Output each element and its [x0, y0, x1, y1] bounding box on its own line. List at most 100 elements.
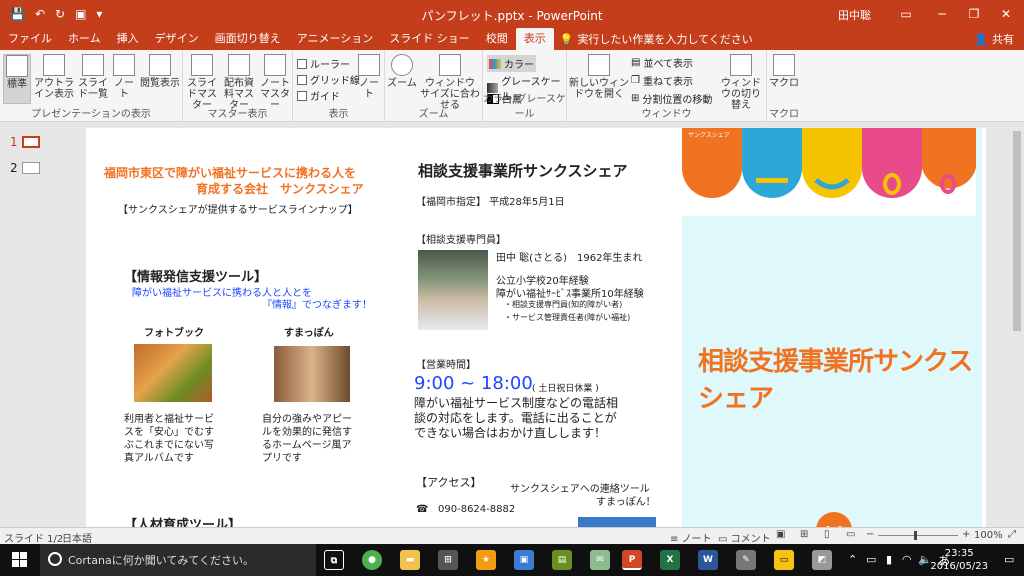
undo-icon[interactable]: ↶: [35, 7, 45, 21]
vertical-scrollbar[interactable]: [1010, 123, 1024, 527]
guides-checkbox[interactable]: ガイド: [297, 88, 340, 103]
slideshow-icon[interactable]: ▭: [846, 529, 855, 540]
notes-page-button[interactable]: ノート: [110, 54, 138, 100]
app-icon-4[interactable]: ✎: [736, 550, 756, 570]
user-name[interactable]: 田中聡: [838, 7, 871, 23]
excel-icon[interactable]: X: [660, 550, 680, 570]
tell-me-text: 実行したい作業を入力してください: [577, 33, 753, 46]
taskbar: Cortanaに何か聞いてみてください。 ⧉ ● ▬ ⊞ ★ ▣ ▤ ✉ P X…: [0, 544, 1024, 576]
gridlines-checkbox[interactable]: グリッド線: [297, 72, 360, 87]
task-view-icon[interactable]: ⧉: [324, 550, 344, 570]
cortana-icon: [48, 552, 62, 566]
move-split-button[interactable]: ⊞ 分割位置の移動: [631, 91, 712, 106]
chrome-icon[interactable]: ●: [362, 550, 382, 570]
tab-insert[interactable]: 挿入: [109, 28, 147, 50]
app-icon-2[interactable]: ▤: [552, 550, 572, 570]
tab-design[interactable]: デザイン: [147, 28, 207, 50]
new-window-button[interactable]: 新しいウィンドウを開く: [569, 54, 629, 100]
left-header-line1: 福岡市東区で障がい福祉サービスに携わる人を: [104, 166, 357, 180]
ribbon: 標準 アウトライン表示 スライド一覧 ノート 閲覧表示 プレゼンテーションの表示…: [0, 50, 1024, 122]
ribbon-display-icon[interactable]: ▭: [888, 0, 924, 28]
ruler-checkbox[interactable]: ルーラー: [297, 56, 350, 71]
ribbon-tabs: ファイル ホーム 挿入 デザイン 画面切り替え アニメーション スライド ショー…: [0, 28, 1024, 50]
slide-thumbnail-1[interactable]: [22, 136, 40, 148]
logo-small-text: サンクスシェア: [688, 132, 730, 139]
quick-access-toolbar: 💾 ↶ ↻ ▣ ▾: [0, 7, 200, 21]
slide-sorter-button[interactable]: スライド一覧: [78, 54, 108, 100]
file-explorer-icon[interactable]: ▬: [400, 550, 420, 570]
tab-animations[interactable]: アニメーション: [289, 28, 382, 50]
photos-icon[interactable]: ▣: [514, 550, 534, 570]
share-button[interactable]: 👤 共有: [974, 31, 1014, 47]
handout-master-button[interactable]: 配布資料マスター: [221, 54, 257, 111]
reading-view-icon[interactable]: ▯: [824, 529, 830, 540]
tray-chevron-icon[interactable]: ⌃: [848, 553, 857, 566]
slide-sorter-icon[interactable]: ⊞: [800, 529, 808, 540]
notes-status-button[interactable]: ≡ ノート: [670, 530, 712, 545]
slide-canvas[interactable]: 福岡市東区で障がい福祉サービスに携わる人を 育成する会社 サンクスシェア 【サン…: [86, 128, 986, 527]
customize-qat-icon[interactable]: ▾: [96, 7, 102, 21]
start-windows-icon[interactable]: [12, 552, 28, 568]
powerpoint-icon[interactable]: P: [622, 550, 642, 570]
group-label: 表示: [328, 109, 349, 120]
clock[interactable]: 23:35 2016/05/23: [930, 547, 988, 573]
fit-slide-icon[interactable]: ⤢: [1008, 529, 1016, 540]
tab-transitions[interactable]: 画面切り替え: [207, 28, 289, 50]
group-label: ズーム: [418, 109, 449, 120]
outline-view-button[interactable]: アウトライン表示: [34, 54, 74, 100]
staff-exp2: 障がい福祉ｻｰﾋﾞｽ事業所10年経験: [496, 289, 644, 300]
cortana-search-box[interactable]: Cortanaに何か聞いてみてください。: [40, 544, 316, 576]
store-icon[interactable]: ⊞: [438, 550, 458, 570]
zoom-slider[interactable]: [878, 535, 958, 536]
slide-master-button[interactable]: スライドマスター: [185, 54, 219, 111]
arrange-all-button[interactable]: ▤ 並べて表示: [631, 55, 693, 70]
normal-view-icon[interactable]: ▣: [776, 529, 785, 540]
zoom-slider-thumb[interactable]: [914, 531, 917, 540]
lineup-label: 【サンクスシェアが提供するサービスラインナップ】: [118, 205, 358, 216]
app-icon-3[interactable]: ✉: [590, 550, 610, 570]
zoom-out-icon[interactable]: −: [866, 529, 874, 540]
tab-view[interactable]: 表示: [515, 28, 554, 50]
zoom-in-icon[interactable]: +: [962, 529, 970, 540]
macro-button[interactable]: マクロ: [769, 54, 799, 89]
word-icon[interactable]: W: [698, 550, 718, 570]
zoom-level[interactable]: 100%: [974, 530, 1003, 541]
tell-me-box[interactable]: 💡 実行したい作業を入力してください: [560, 31, 753, 47]
notes-master-button[interactable]: ノートマスター: [259, 54, 291, 111]
normal-view-button[interactable]: 標準: [3, 54, 31, 104]
app-icon-5[interactable]: ▭: [774, 550, 794, 570]
slideshow-start-icon[interactable]: ▣: [75, 7, 86, 21]
tray-app-icon[interactable]: ▭: [866, 553, 876, 566]
minimize-button[interactable]: ─: [924, 0, 960, 28]
app-icon-6[interactable]: ◩: [812, 550, 832, 570]
scroll-thumb[interactable]: [1013, 131, 1021, 331]
group-zoom: ズーム ウィンドウ サイズに合わせる ズーム: [385, 50, 483, 122]
fit-to-window-button[interactable]: ウィンドウ サイズに合わせる: [419, 54, 481, 111]
redo-icon[interactable]: ↻: [55, 7, 65, 21]
notification-icon[interactable]: ▭: [1004, 553, 1014, 566]
sumappon-qr-banner: [578, 517, 656, 527]
cascade-button[interactable]: ❐ 重ねて表示: [631, 73, 693, 88]
save-icon[interactable]: 💾: [10, 7, 25, 21]
comments-status-button[interactable]: ▭ コメント: [718, 530, 771, 545]
hr-tool-title: 【人材育成ツール】: [124, 518, 242, 527]
tab-file[interactable]: ファイル: [0, 28, 60, 50]
staff-exp3: ・相談支援専門員(知的障がい者): [504, 300, 623, 309]
slide-thumbnail-2[interactable]: [22, 162, 40, 174]
reading-view-button[interactable]: 閲覧表示: [140, 54, 180, 89]
battery-icon[interactable]: ▮: [886, 553, 892, 566]
staff-exp4: ・サービス管理責任者(障がい福祉): [504, 313, 631, 322]
network-icon[interactable]: ◠: [902, 553, 912, 566]
tab-home[interactable]: ホーム: [60, 28, 109, 50]
zoom-button[interactable]: ズーム: [387, 54, 417, 89]
notes-toggle-button[interactable]: ノート: [355, 54, 383, 100]
color-button[interactable]: カラー: [487, 55, 536, 72]
language-indicator[interactable]: 日本語: [62, 530, 92, 545]
tab-review[interactable]: 校閲: [478, 28, 516, 50]
switch-windows-button[interactable]: ウィンドウの切り替え: [717, 54, 765, 111]
app-icon[interactable]: ★: [476, 550, 496, 570]
tab-slideshow[interactable]: スライド ショー: [381, 28, 478, 50]
restore-button[interactable]: ❐: [956, 0, 992, 28]
close-button[interactable]: ✕: [988, 0, 1024, 28]
slide-indicator: スライド 1/2: [4, 534, 64, 545]
